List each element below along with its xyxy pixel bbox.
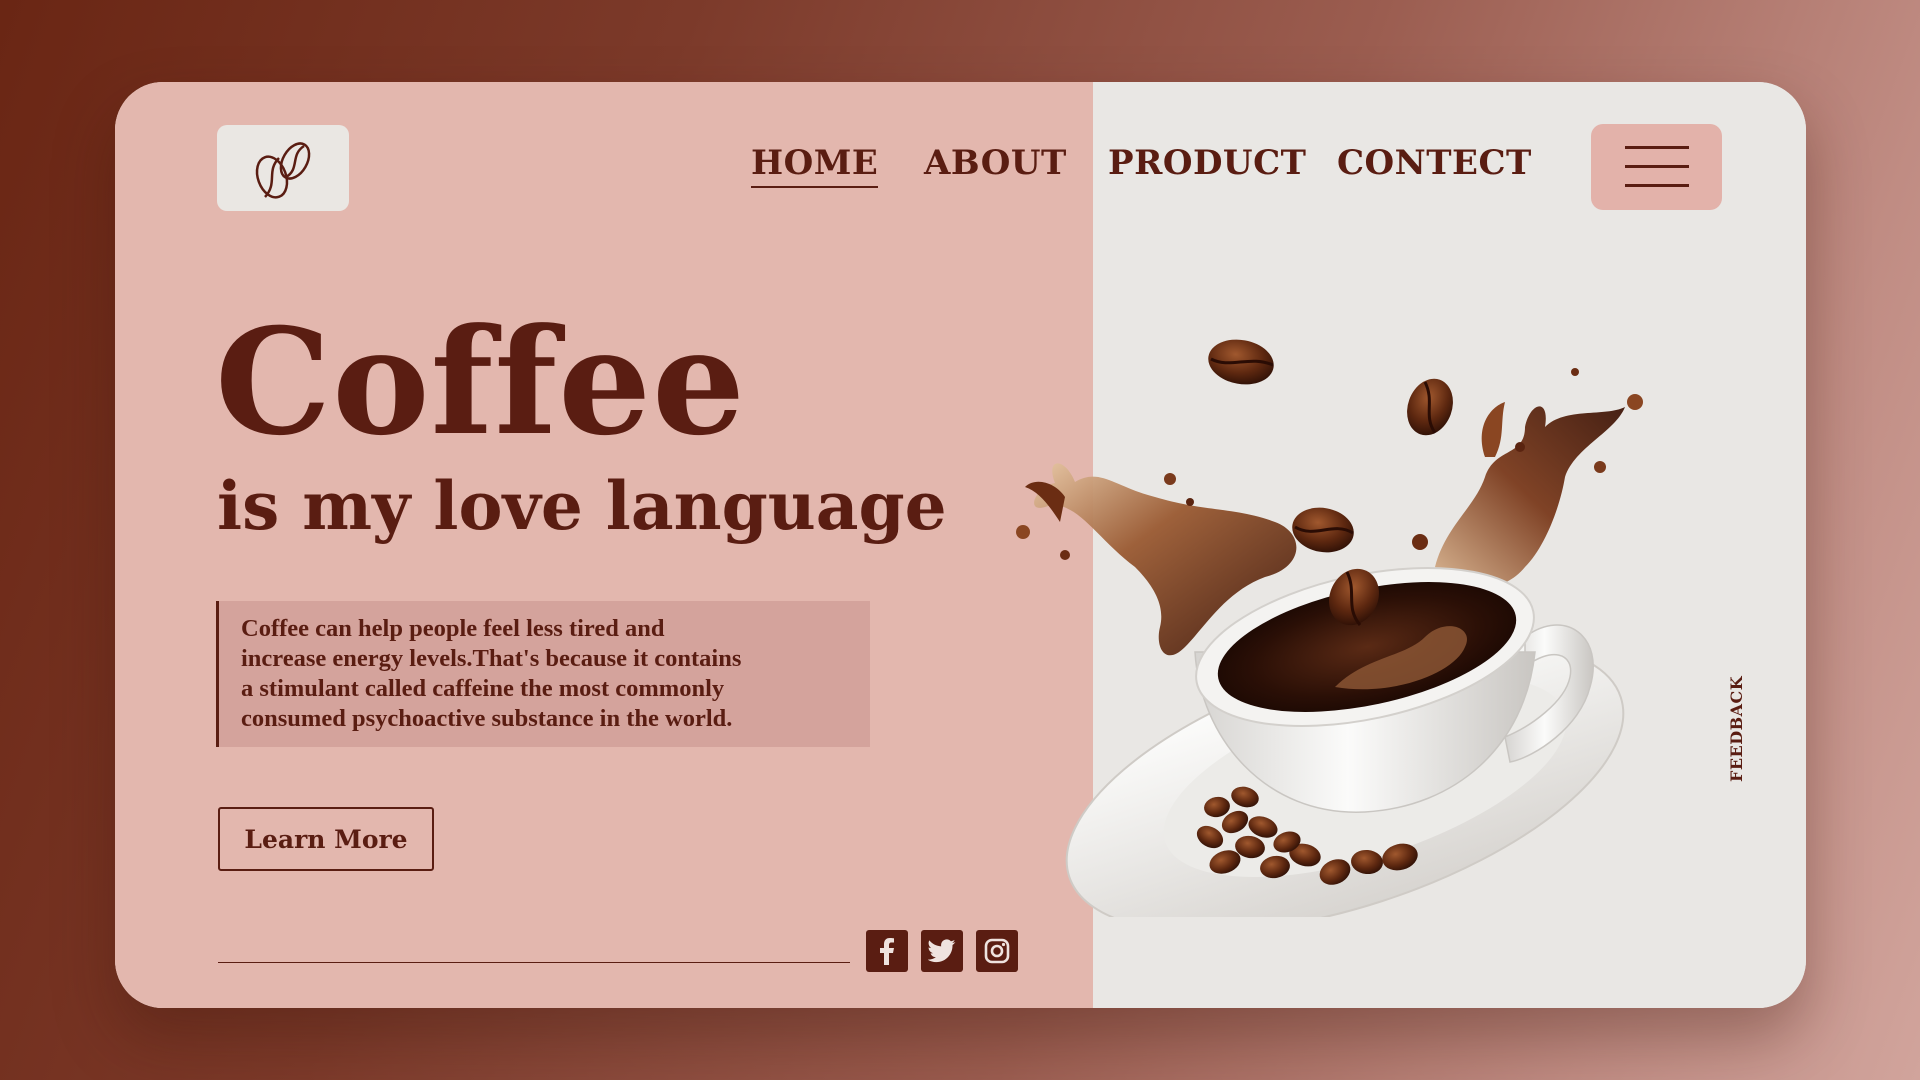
feedback-tab[interactable]: FEEDBACK bbox=[1727, 676, 1746, 782]
coffee-cup-splash-image bbox=[1016, 339, 1643, 917]
nav-about[interactable]: ABOUT bbox=[924, 140, 1067, 186]
twitter-icon[interactable] bbox=[921, 930, 963, 972]
hamburger-menu-button[interactable] bbox=[1591, 124, 1722, 210]
landing-card: HOME ABOUT PRODUCT CONTECT Coffee is my … bbox=[115, 82, 1806, 1008]
hero-subtitle: is my love language bbox=[217, 467, 947, 545]
nav-home[interactable]: HOME bbox=[751, 140, 879, 188]
learn-more-button[interactable]: Learn More bbox=[218, 807, 434, 871]
footer-divider bbox=[218, 962, 850, 963]
hero-description: Coffee can help people feel less tired a… bbox=[216, 601, 870, 747]
description-line: increase energy levels.That's because it… bbox=[241, 645, 742, 672]
description-line: Coffee can help people feel less tired a… bbox=[241, 615, 665, 642]
description-line: a stimulant called caffeine the most com… bbox=[241, 675, 725, 702]
coffee-bean-logo-icon bbox=[255, 142, 311, 199]
nav-product[interactable]: PRODUCT bbox=[1108, 140, 1306, 186]
description-line: consumed psychoactive substance in the w… bbox=[241, 705, 733, 732]
instagram-icon[interactable] bbox=[976, 930, 1018, 972]
hero-title: Coffee bbox=[215, 297, 746, 468]
facebook-icon[interactable] bbox=[866, 930, 908, 972]
logo[interactable] bbox=[217, 125, 349, 211]
nav-contect[interactable]: CONTECT bbox=[1337, 140, 1532, 186]
